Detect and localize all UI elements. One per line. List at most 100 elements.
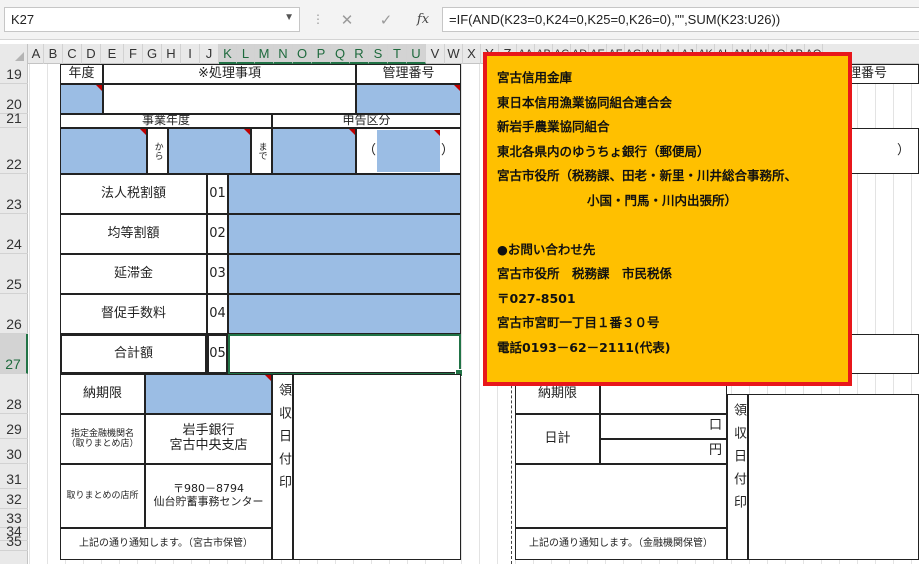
shori-jiko-cell[interactable]: [103, 84, 356, 114]
ryoshu-stamp-area[interactable]: [293, 374, 461, 560]
nikkei-label: 日計: [515, 414, 600, 464]
kanri-bango-right-label: 理番号: [841, 64, 919, 84]
column-header-k[interactable]: K: [219, 44, 237, 64]
nokigen-input[interactable]: [145, 374, 272, 414]
more-options-icon: ⋮: [312, 12, 324, 26]
item-label-entaikin: 延滞金: [60, 254, 207, 294]
notice-line: 東日本信用漁業協同組合連合会: [497, 94, 673, 110]
notice-contact-heading: ●お問い合わせ先: [497, 241, 596, 257]
column-header-e[interactable]: E: [101, 44, 124, 64]
notice-textbox[interactable]: 宮古信用金庫 東日本信用漁業協同組合連合会 新岩手農業協同組合 東北各県内のゆう…: [483, 52, 852, 386]
kara-label: から: [147, 128, 168, 174]
name-box-value: K27: [11, 12, 35, 27]
column-header-r[interactable]: R: [350, 44, 369, 64]
column-header-i[interactable]: I: [181, 44, 200, 64]
column-header-u[interactable]: U: [407, 44, 426, 64]
shinkoku-kubun-right: ）: [841, 128, 919, 174]
postal-cell: 〒980－8794 仙台貯蓄事務センター: [145, 464, 272, 528]
row-header-31[interactable]: 31: [0, 464, 28, 489]
row-header-26[interactable]: 26: [0, 294, 28, 334]
goukei-right-cell[interactable]: [841, 334, 919, 374]
column-header-l[interactable]: L: [237, 44, 255, 64]
ryoshu-stamp-text: 領収日付印: [275, 383, 291, 498]
torimatome-label: 取りまとめの店所: [60, 464, 145, 528]
jigyo-nendo-to-input[interactable]: [168, 128, 251, 174]
column-header-j[interactable]: J: [200, 44, 219, 64]
column-header-a[interactable]: A: [29, 44, 44, 64]
column-header-b[interactable]: B: [44, 44, 63, 64]
shitei-kinyu-label: 指定金融機関名 （取りまとめ店）: [60, 414, 145, 464]
item-value-houjinzei[interactable]: [228, 174, 461, 214]
item-label-kintouwari: 均等割額: [60, 214, 207, 254]
item-label-houjinzei: 法人税割額: [60, 174, 207, 214]
column-header-h[interactable]: H: [162, 44, 181, 64]
row-header-24[interactable]: 24: [0, 214, 28, 254]
column-header-p[interactable]: P: [312, 44, 331, 64]
jigyo-nendo-from-input[interactable]: [60, 128, 147, 174]
row-header-21[interactable]: 21: [0, 110, 28, 128]
bank-cell: 岩手銀行 宮古中央支店: [145, 414, 272, 464]
column-header-g[interactable]: G: [143, 44, 162, 64]
ryoshu-stamp-right-label: 領収日付印: [727, 394, 748, 560]
item-value-entaikin[interactable]: [228, 254, 461, 294]
column-header-d[interactable]: D: [82, 44, 101, 64]
item-code-05: 05: [207, 334, 228, 374]
row-header-19[interactable]: 19: [0, 64, 28, 84]
name-box[interactable]: K27 ▼: [4, 7, 300, 32]
active-cell-k27[interactable]: [228, 334, 463, 377]
item-code-03: 03: [207, 254, 228, 294]
column-header-c[interactable]: C: [63, 44, 82, 64]
column-header-s[interactable]: S: [369, 44, 388, 64]
enter-icon[interactable]: ✓: [375, 10, 397, 30]
postal-center: 仙台貯蓄事務センター: [153, 495, 264, 508]
column-header-n[interactable]: N: [274, 44, 293, 64]
shinkoku-kubun-code-input[interactable]: [377, 130, 440, 172]
ryoshu-stamp-right-area[interactable]: [748, 394, 919, 560]
notice-line: 〒027-8501: [497, 290, 576, 306]
nendo-label: 年度: [60, 64, 103, 84]
made-label: まで: [251, 128, 272, 174]
item-value-kintouwari[interactable]: [228, 214, 461, 254]
item-label-goukei: 合計額: [60, 334, 207, 374]
row-header-29[interactable]: 29: [0, 414, 28, 439]
column-header-x[interactable]: X: [463, 44, 481, 64]
shori-jiko-label: ※処理事項: [103, 64, 356, 84]
row-header-28[interactable]: 28: [0, 374, 28, 414]
column-header-o[interactable]: O: [293, 44, 312, 64]
item-code-01: 01: [207, 174, 228, 214]
formula-input[interactable]: =IF(AND(K23=0,K24=0,K25=0,K26=0),"",SUM(…: [442, 7, 919, 32]
column-header-f[interactable]: F: [124, 44, 143, 64]
kanri-bango-input[interactable]: [356, 84, 461, 114]
row-header-27[interactable]: 27: [0, 334, 28, 374]
column-header-m[interactable]: M: [255, 44, 274, 64]
jigyo-nendo-label: 事業年度: [60, 113, 272, 128]
insert-function-icon[interactable]: fx: [412, 10, 434, 30]
shinkoku-kubun-input[interactable]: [272, 128, 356, 174]
row-header-25[interactable]: 25: [0, 254, 28, 294]
row-header-30[interactable]: 30: [0, 439, 28, 464]
row-header-23[interactable]: 23: [0, 174, 28, 214]
notice-line: 小国・門馬・川内出張所）: [587, 192, 738, 208]
column-header-t[interactable]: T: [388, 44, 407, 64]
select-all-button[interactable]: [0, 44, 28, 64]
nendo-input[interactable]: [60, 84, 103, 114]
notice-line: 電話0193－62－2111(代表): [497, 339, 671, 355]
chevron-down-icon[interactable]: ▼: [284, 12, 294, 23]
row-header-35[interactable]: 35: [0, 533, 28, 551]
item-value-tokusoku[interactable]: [228, 294, 461, 334]
bank-branch: 宮古中央支店: [169, 438, 248, 453]
column-header-w[interactable]: W: [445, 44, 463, 64]
kuchi-cell: 口: [600, 414, 727, 439]
column-header-v[interactable]: V: [426, 44, 445, 64]
row-header-22[interactable]: 22: [0, 128, 28, 174]
column-header-q[interactable]: Q: [331, 44, 350, 64]
yen-cell: 円: [600, 439, 727, 464]
notice-line: 新岩手農業協同組合: [497, 119, 610, 134]
bank-name: 岩手銀行: [182, 423, 235, 439]
notice-line: 宮古市役所 税務課 市民税係: [497, 266, 673, 281]
shinkoku-kubun-label: 申告区分: [272, 113, 461, 128]
item-code-02: 02: [207, 214, 228, 254]
cancel-icon[interactable]: ✕: [336, 10, 358, 30]
ryoshu-stamp-label: 領収日付印: [272, 374, 293, 560]
row-header-32[interactable]: 32: [0, 489, 28, 509]
